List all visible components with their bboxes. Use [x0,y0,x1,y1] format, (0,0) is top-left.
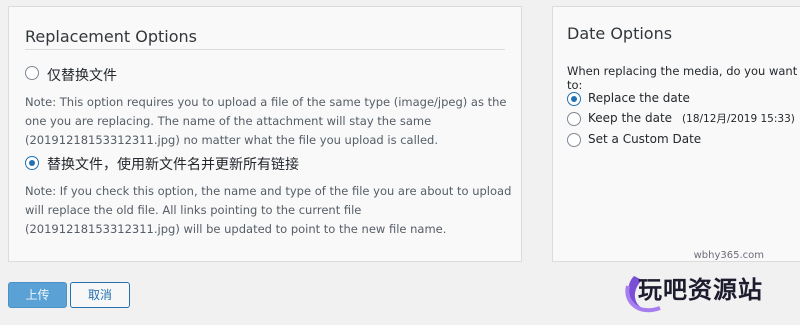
replace-file-only-label[interactable]: 仅替换文件 [47,65,117,85]
upload-button[interactable]: 上传 [8,282,67,308]
date-options-intro: When replacing the media, do you want to… [567,64,798,92]
custom-date-radio[interactable] [567,133,581,147]
replace-and-rename-note: Note: If you check this option, the name… [25,184,512,236]
keep-date-label[interactable]: Keep the date (18/12月/2019 15:33) [588,111,795,126]
replace-file-only-note: Note: This option requires you to upload… [25,95,507,147]
replace-and-rename-radio[interactable] [25,156,39,170]
watermark-text: 玩吧资源站 [638,276,763,304]
custom-date-label[interactable]: Set a Custom Date [588,132,701,146]
replace-date-radio[interactable] [567,92,581,106]
keep-date-value: (18/12月/2019 15:33) [682,113,795,125]
keep-date-radio[interactable] [567,112,581,126]
cancel-button[interactable]: 取消 [70,282,130,308]
replace-date-label[interactable]: Replace the date [588,91,690,105]
replacement-options-title: Replacement Options [25,27,197,46]
keep-date-text: Keep the date [588,111,673,125]
replace-file-only-radio[interactable] [25,66,39,80]
watermark-logo: wbhy365.com 玩吧资源站 [624,246,800,325]
watermark-site: wbhy365.com [693,250,764,261]
date-options-title: Date Options [567,24,673,43]
date-options-panel: Date Options When replacing the media, d… [552,6,800,262]
title-divider [25,49,505,50]
replacement-options-panel: Replacement Options 仅替换文件 Note: This opt… [8,6,522,262]
replace-and-rename-label[interactable]: 替换文件，使用新文件名并更新所有链接 [47,154,299,174]
